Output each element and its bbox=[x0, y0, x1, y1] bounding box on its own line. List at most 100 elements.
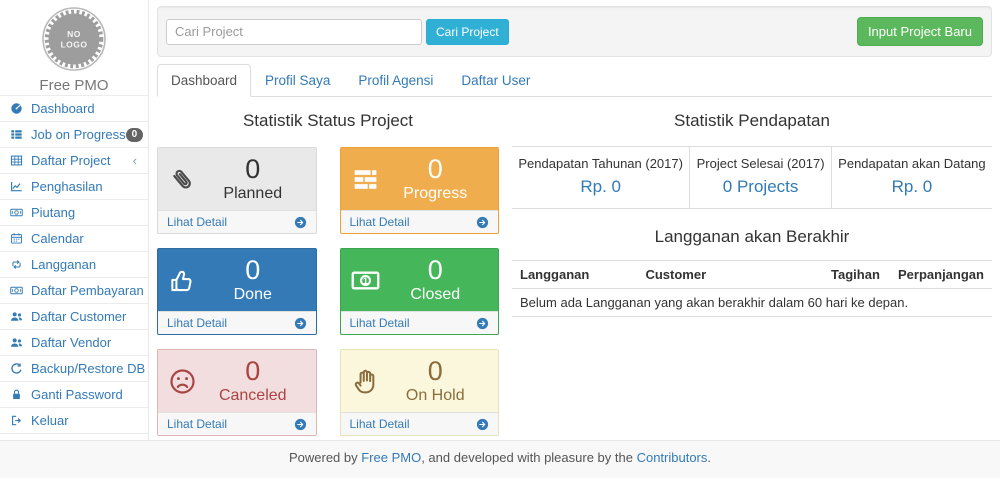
done-detail-footer[interactable]: Lihat Detail bbox=[158, 311, 316, 334]
card-planned: 0 Planned Lihat Detail bbox=[157, 147, 317, 234]
column-header: Tagihan bbox=[823, 261, 890, 289]
main-content: Cari Project Input Project Baru Dashboar… bbox=[149, 0, 1000, 440]
canceled-detail-footer[interactable]: Lihat Detail bbox=[158, 412, 316, 435]
lihat-detail-link[interactable]: Lihat Detail bbox=[350, 316, 410, 330]
dashboard-icon bbox=[10, 102, 27, 116]
empty-subscriptions-message: Belum ada Langganan yang akan berakhir d… bbox=[512, 289, 992, 317]
subscription-section-title: Langganan akan Berakhir bbox=[512, 227, 992, 247]
card-done: 0 Done Lihat Detail bbox=[157, 248, 317, 335]
progress-detail-footer[interactable]: Lihat Detail bbox=[341, 210, 499, 233]
svg-text:1: 1 bbox=[362, 274, 367, 285]
refresh-icon bbox=[10, 362, 27, 376]
lock-icon bbox=[10, 388, 27, 402]
users-icon bbox=[10, 310, 27, 324]
column-header: Langganan bbox=[512, 261, 637, 289]
onhold-count: 0 bbox=[383, 356, 489, 387]
card-on-hold: 0 On Hold Lihat Detail bbox=[340, 349, 500, 436]
onhold-detail-footer[interactable]: Lihat Detail bbox=[341, 412, 499, 435]
income-section: Statistik Pendapatan Pendapatan Tahunan … bbox=[499, 111, 992, 436]
column-header: Perpanjangan bbox=[890, 261, 992, 289]
users-icon bbox=[10, 336, 27, 350]
stat-header: Pendapatan akan Datang bbox=[831, 147, 992, 175]
done-label: Done bbox=[200, 286, 306, 304]
sidebar-item-daftar-pembayaran[interactable]: Daftar Pembayaran bbox=[0, 278, 148, 304]
lihat-detail-link[interactable]: Lihat Detail bbox=[167, 316, 227, 330]
logo-text-line1: NO bbox=[67, 29, 81, 39]
closed-detail-footer[interactable]: Lihat Detail bbox=[341, 311, 499, 334]
arrow-circle-right-icon[interactable] bbox=[294, 216, 307, 229]
status-section: Statistik Status Project 0 Planned Lihat… bbox=[157, 111, 499, 436]
logo-text-line2: LOGO bbox=[60, 40, 87, 50]
page-footer: Powered by Free PMO, and developed with … bbox=[0, 440, 1000, 478]
footer-text: Powered by bbox=[289, 450, 361, 465]
project-search-bar: Cari Project Input Project Baru bbox=[157, 6, 992, 57]
lihat-detail-link[interactable]: Lihat Detail bbox=[350, 417, 410, 431]
sidebar-item-langganan[interactable]: Langganan bbox=[0, 252, 148, 278]
chevron-left-icon: ‹ bbox=[133, 154, 140, 167]
free-pmo-link[interactable]: Free PMO bbox=[361, 450, 421, 465]
search-input[interactable] bbox=[166, 19, 422, 45]
stat-value: 0 Projects bbox=[690, 174, 832, 209]
progress-label: Progress bbox=[383, 185, 489, 203]
card-closed: 1 0 Closed Lihat Detail bbox=[340, 248, 500, 335]
arrow-circle-right-icon[interactable] bbox=[476, 418, 489, 431]
arrow-circle-right-icon[interactable] bbox=[476, 216, 489, 229]
sidebar: NO LOGO Free PMO Dashboard Job on Progre… bbox=[0, 0, 149, 440]
sidebar-item-penghasilan[interactable]: Penghasilan bbox=[0, 174, 148, 200]
done-count: 0 bbox=[200, 255, 306, 286]
lihat-detail-link[interactable]: Lihat Detail bbox=[167, 215, 227, 229]
money-bill-icon: 1 bbox=[351, 266, 383, 295]
footer-text: . bbox=[707, 450, 711, 465]
footer-text: , and developed with pleasure by the bbox=[421, 450, 636, 465]
arrow-circle-right-icon[interactable] bbox=[476, 317, 489, 330]
job-count-badge: 0 bbox=[126, 128, 144, 142]
sidebar-item-calendar[interactable]: Calendar bbox=[0, 226, 148, 252]
contributors-link[interactable]: Contributors bbox=[637, 450, 708, 465]
brand-name: Free PMO bbox=[0, 77, 148, 94]
tab-profil-saya[interactable]: Profil Saya bbox=[251, 64, 344, 97]
sidebar-item-daftar-customer[interactable]: Daftar Customer bbox=[0, 304, 148, 330]
progress-count: 0 bbox=[383, 154, 489, 185]
lihat-detail-link[interactable]: Lihat Detail bbox=[350, 215, 410, 229]
table-icon bbox=[10, 154, 27, 168]
no-logo-badge: NO LOGO bbox=[41, 6, 107, 72]
stat-value: Rp. 0 bbox=[831, 174, 992, 209]
tab-daftar-user[interactable]: Daftar User bbox=[447, 64, 544, 97]
sign-out-icon bbox=[10, 414, 27, 428]
income-section-title: Statistik Pendapatan bbox=[512, 111, 992, 131]
brand-block: NO LOGO Free PMO bbox=[0, 0, 148, 95]
sidebar-item-ganti-password[interactable]: Ganti Password bbox=[0, 382, 148, 408]
paperclip-icon bbox=[168, 165, 200, 194]
frown-icon bbox=[168, 367, 200, 396]
status-section-title: Statistik Status Project bbox=[157, 111, 499, 131]
planned-label: Planned bbox=[200, 185, 306, 203]
line-chart-icon bbox=[10, 180, 27, 194]
arrow-circle-right-icon[interactable] bbox=[294, 418, 307, 431]
sidebar-item-job-on-progress[interactable]: Job on Progress 0 bbox=[0, 122, 148, 148]
new-project-button[interactable]: Input Project Baru bbox=[857, 17, 983, 46]
list-icon bbox=[10, 128, 27, 142]
planned-count: 0 bbox=[200, 154, 306, 185]
sidebar-item-keluar[interactable]: Keluar bbox=[0, 408, 148, 434]
closed-count: 0 bbox=[383, 255, 489, 286]
tab-profil-agensi[interactable]: Profil Agensi bbox=[344, 64, 447, 97]
sidebar-item-dashboard[interactable]: Dashboard bbox=[0, 96, 148, 122]
onhold-label: On Hold bbox=[383, 387, 489, 405]
sidebar-item-piutang[interactable]: Piutang bbox=[0, 200, 148, 226]
tab-dashboard[interactable]: Dashboard bbox=[157, 64, 251, 97]
sidebar-item-daftar-project[interactable]: Daftar Project ‹ bbox=[0, 148, 148, 174]
money-icon bbox=[10, 284, 27, 298]
lihat-detail-link[interactable]: Lihat Detail bbox=[167, 417, 227, 431]
planned-detail-footer[interactable]: Lihat Detail bbox=[158, 210, 316, 233]
sidebar-menu: Dashboard Job on Progress 0 Daftar Proje… bbox=[0, 95, 148, 434]
income-stats-table: Pendapatan Tahunan (2017) Project Selesa… bbox=[512, 146, 992, 209]
money-icon bbox=[10, 206, 27, 220]
thumbs-up-icon bbox=[168, 266, 200, 295]
arrow-circle-right-icon[interactable] bbox=[294, 317, 307, 330]
search-button[interactable]: Cari Project bbox=[426, 19, 509, 45]
sidebar-item-backup-restore-db[interactable]: Backup/Restore DB bbox=[0, 356, 148, 382]
canceled-count: 0 bbox=[200, 356, 306, 387]
closed-label: Closed bbox=[383, 286, 489, 304]
app-body: NO LOGO Free PMO Dashboard Job on Progre… bbox=[0, 0, 1000, 440]
sidebar-item-daftar-vendor[interactable]: Daftar Vendor bbox=[0, 330, 148, 356]
